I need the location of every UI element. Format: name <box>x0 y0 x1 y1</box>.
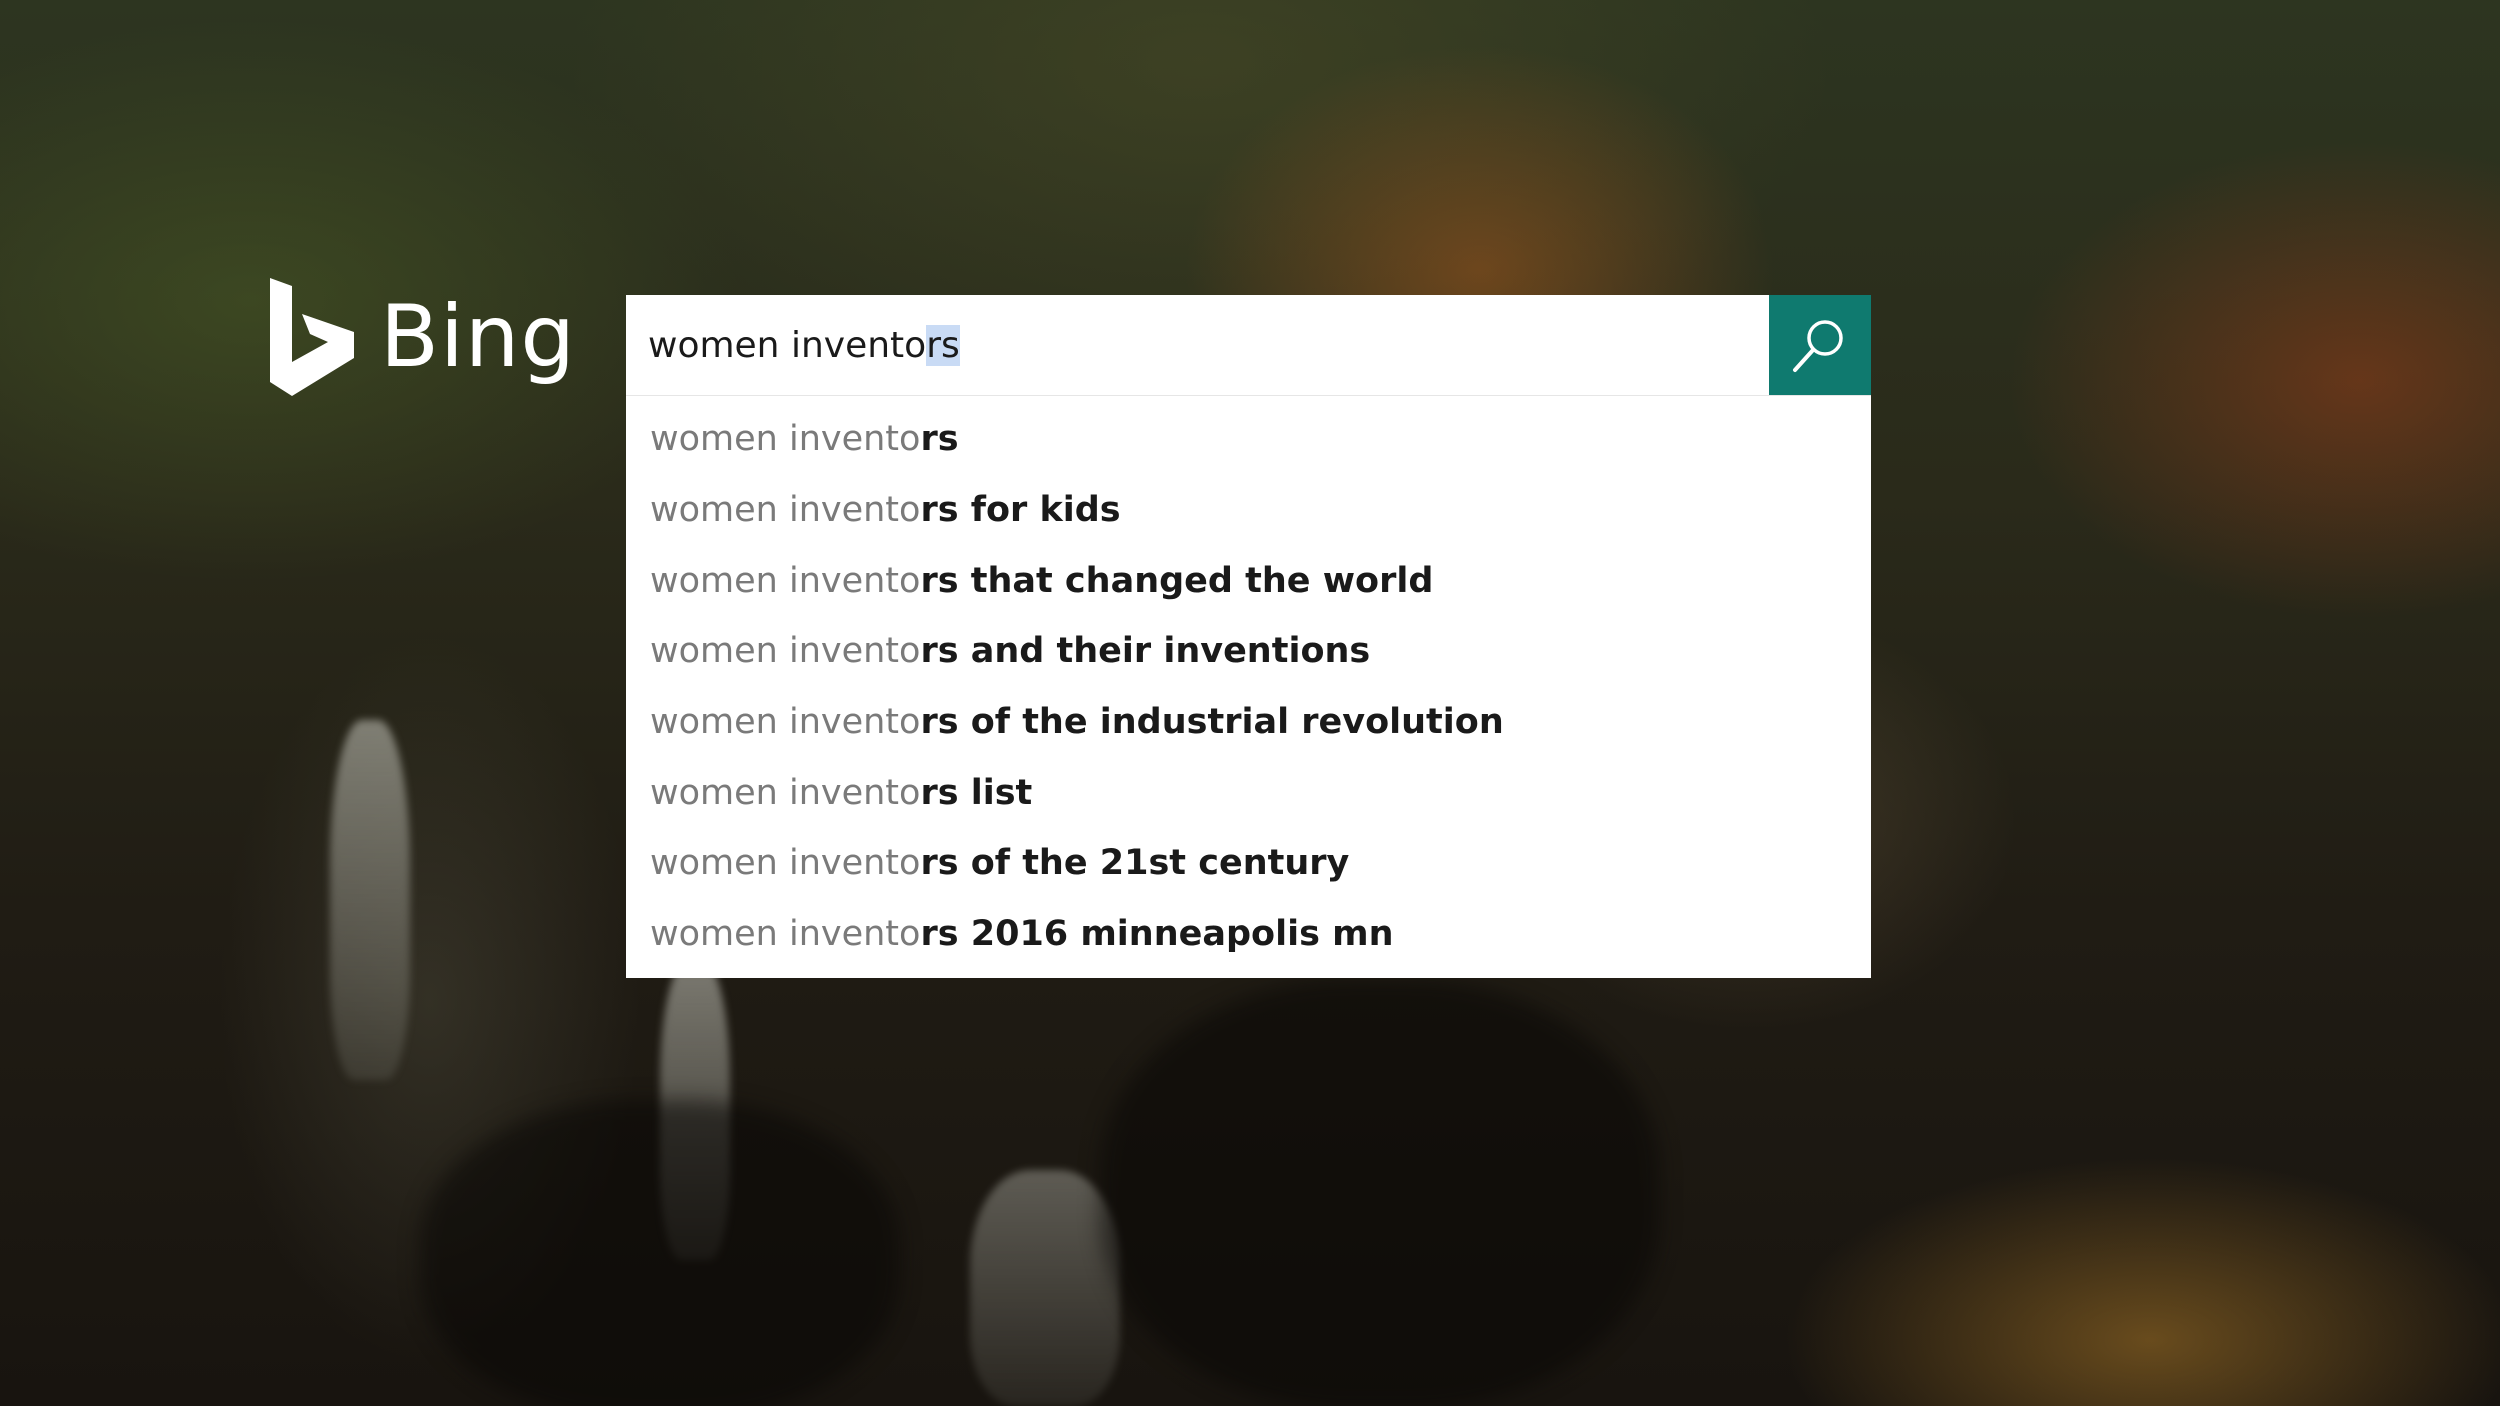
bing-b-icon <box>270 278 354 396</box>
suggestion-typed-prefix: women invento <box>650 702 921 743</box>
background-waterfall <box>970 1170 1120 1406</box>
suggestion-typed-prefix: women invento <box>650 772 921 813</box>
suggestion-completion: rs of the 21st century <box>920 843 1350 884</box>
suggestion-list: women invento rs women invento rs for kids w… <box>626 395 1871 978</box>
search-icon <box>1793 320 1843 372</box>
suggestion-completion: rs of the industrial revolution <box>920 702 1504 743</box>
suggestion-completion: rs that changed the world <box>920 560 1434 601</box>
suggestion-item[interactable]: women invento rs 2016 minneapolis mn <box>626 899 1871 970</box>
suggestion-typed-prefix: women invento <box>650 631 921 672</box>
suggestion-item[interactable]: women invento rs list <box>626 757 1871 828</box>
suggestion-item[interactable]: women invento rs <box>626 404 1871 475</box>
suggestion-completion: rs for kids <box>920 490 1121 531</box>
suggestion-typed-prefix: women invento <box>650 560 921 601</box>
search-box: women invento rs women invento rs women inv… <box>626 295 1871 978</box>
suggestion-completion: rs 2016 minneapolis mn <box>920 914 1394 955</box>
suggestion-typed-prefix: women invento <box>650 490 921 531</box>
suggestion-completion: rs and their inventions <box>920 631 1371 672</box>
search-button[interactable] <box>1769 295 1871 395</box>
suggestion-completion: rs list <box>920 772 1033 813</box>
suggestion-typed-prefix: women invento <box>650 914 921 955</box>
background-rock <box>420 1100 900 1406</box>
suggestion-item[interactable]: women invento rs that changed the world <box>626 545 1871 616</box>
search-bar: women invento rs <box>626 295 1871 395</box>
suggestion-typed-prefix: women invento <box>650 419 921 460</box>
background-rock <box>1100 980 1660 1406</box>
search-input-typed-text: women invento <box>648 324 927 366</box>
background-waterfall <box>330 720 410 1080</box>
suggestion-item[interactable]: women invento rs of the 21st century <box>626 828 1871 899</box>
suggestion-completion: rs <box>920 419 959 460</box>
suggestion-item[interactable]: women invento rs of the industrial revolu… <box>626 687 1871 758</box>
search-input[interactable]: women invento rs <box>626 295 1769 395</box>
search-input-selected-completion: rs <box>926 324 960 366</box>
suggestion-item[interactable]: women invento rs for kids <box>626 475 1871 546</box>
suggestion-item[interactable]: women invento rs and their inventions <box>626 616 1871 687</box>
bing-wordmark: Bing <box>380 287 576 387</box>
bing-homepage: Bing women invento rs women invento rs wome… <box>0 0 2500 1406</box>
bing-logo[interactable]: Bing <box>270 278 576 396</box>
suggestion-typed-prefix: women invento <box>650 843 921 884</box>
